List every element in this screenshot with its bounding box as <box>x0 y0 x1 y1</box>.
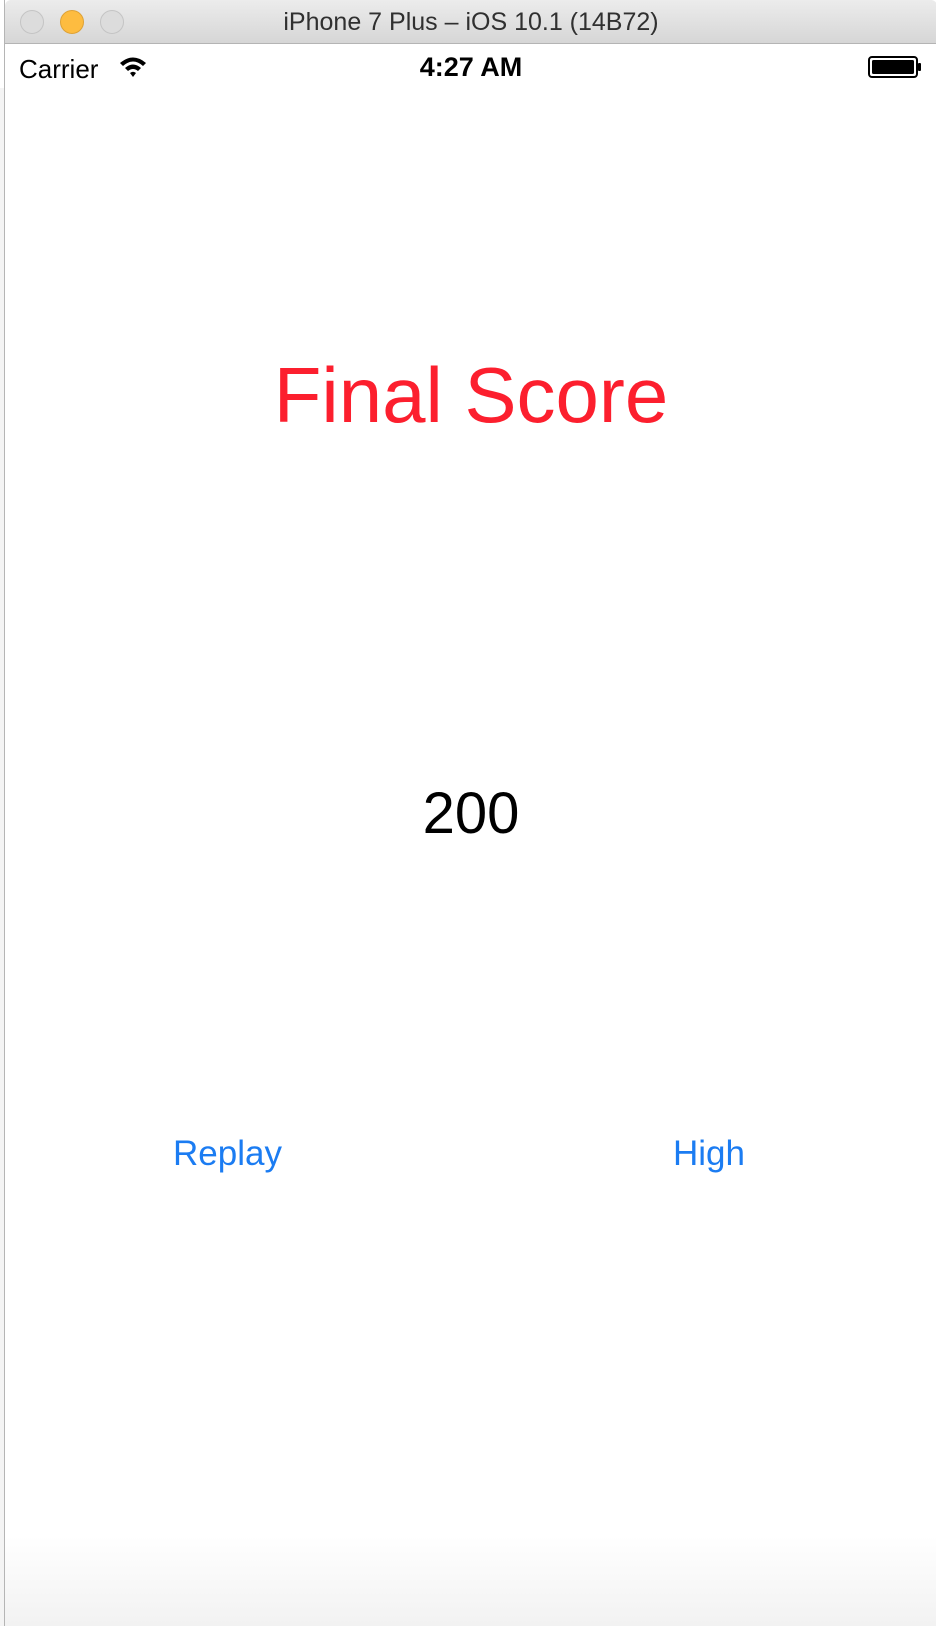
game-over-screen: Final Score 200 Replay High <box>5 90 936 1626</box>
score-value: 200 <box>422 781 520 846</box>
final-score-title: Final Score <box>273 351 669 439</box>
battery-icon <box>868 56 921 78</box>
window-bottom-shade <box>5 1536 936 1626</box>
high-score-button[interactable]: High <box>673 1134 745 1174</box>
replay-button[interactable]: Replay <box>173 1134 282 1174</box>
window-title: iPhone 7 Plus – iOS 10.1 (14B72) <box>283 8 659 36</box>
ios-status-bar: Carrier 4:27 AM <box>5 44 936 90</box>
window-titlebar[interactable]: iPhone 7 Plus – iOS 10.1 (14B72) <box>5 0 936 44</box>
status-time: 4:27 AM <box>419 52 523 82</box>
simulator-window: iPhone 7 Plus – iOS 10.1 (14B72) Carrier… <box>4 0 936 1626</box>
